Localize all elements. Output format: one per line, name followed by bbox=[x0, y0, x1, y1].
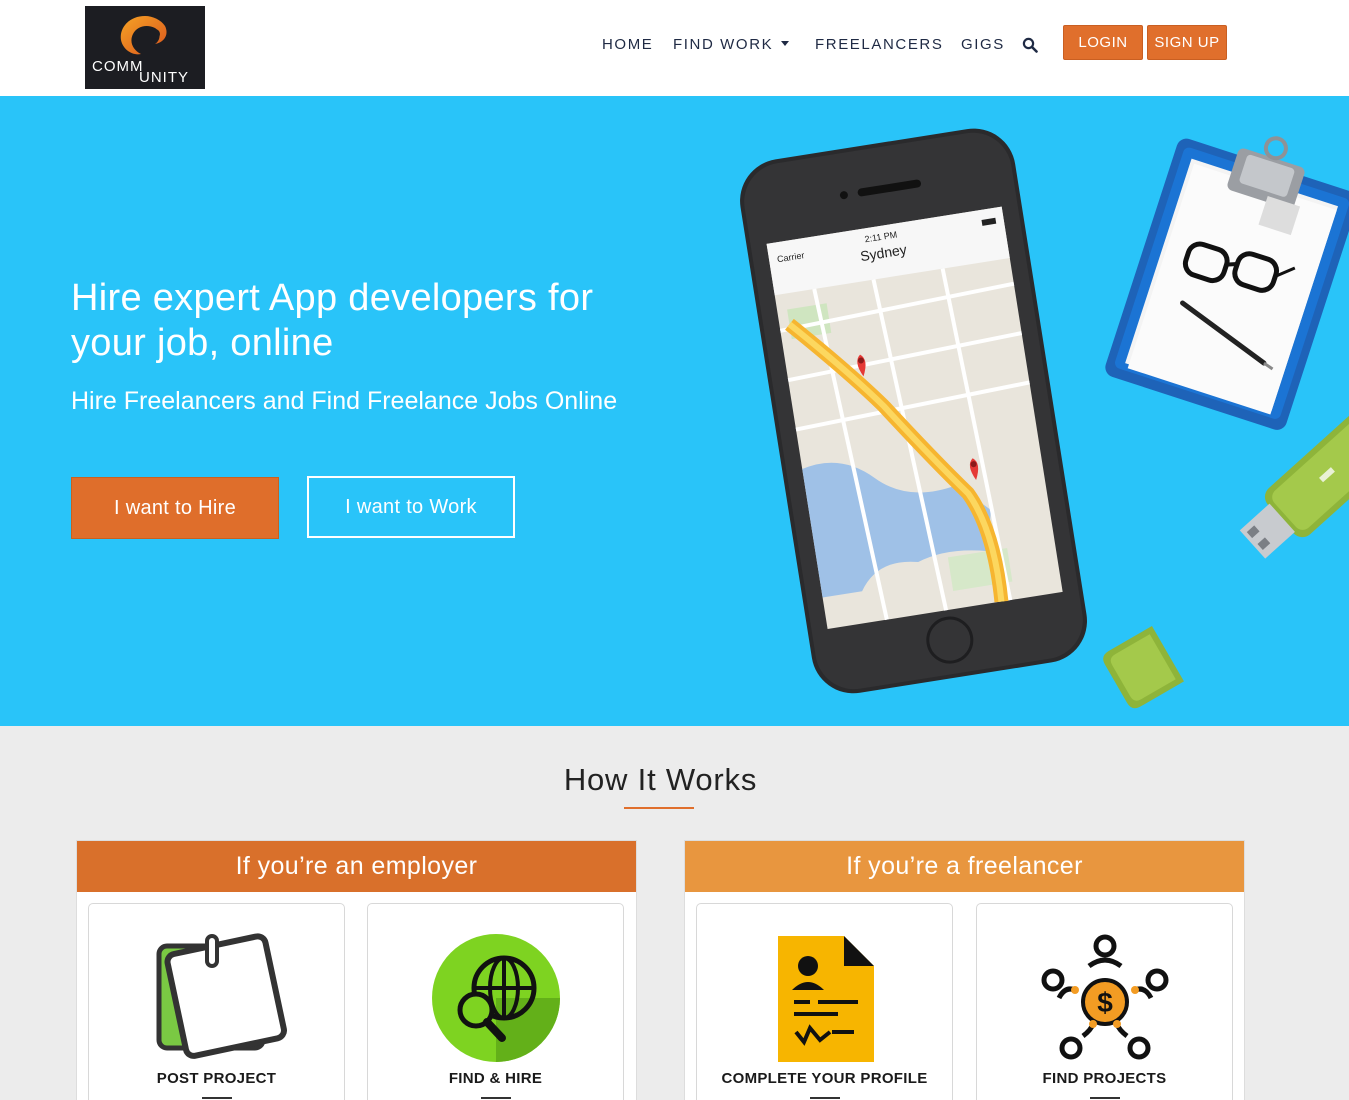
logo-text-comm: COMM bbox=[92, 58, 144, 75]
hero-section: Hire expert App developers for your job,… bbox=[0, 96, 1349, 726]
nav-gigs[interactable]: GIGS bbox=[961, 36, 1005, 53]
hero-subtitle: Hire Freelancers and Find Freelance Jobs… bbox=[71, 387, 618, 415]
post-project-card[interactable]: POST PROJECT bbox=[88, 903, 345, 1100]
employer-heading: If you’re an employer bbox=[77, 841, 636, 892]
nav-freelancers[interactable]: FREELANCERS bbox=[815, 36, 943, 53]
logo-swirl-icon bbox=[120, 16, 167, 55]
signup-button[interactable]: SIGN UP bbox=[1147, 25, 1227, 60]
logo-text-unity: UNITY bbox=[139, 69, 189, 86]
site-header: COMM UNITY HOME FIND WORK FREELANCERS GI… bbox=[0, 0, 1349, 96]
site-logo[interactable]: COMM UNITY bbox=[85, 6, 205, 89]
post-project-label: POST PROJECT bbox=[156, 1070, 277, 1087]
freelancer-panel: If you’re a freelancer COMPLETE YOUR PRO… bbox=[684, 840, 1245, 1100]
usb-cap-image bbox=[1103, 626, 1184, 709]
find-hire-card[interactable]: FIND & HIRE bbox=[367, 903, 624, 1100]
login-button[interactable]: LOGIN bbox=[1063, 25, 1143, 60]
complete-profile-label: COMPLETE YOUR PROFILE bbox=[721, 1070, 928, 1087]
search-icon[interactable] bbox=[1022, 37, 1038, 53]
find-hire-label: FIND & HIRE bbox=[448, 1070, 543, 1087]
freelancer-heading: If you’re a freelancer bbox=[685, 841, 1244, 892]
find-projects-label: FIND PROJECTS bbox=[1042, 1070, 1167, 1087]
find-projects-card[interactable]: $ FIND PROJECTS bbox=[976, 903, 1233, 1100]
clipboard-image bbox=[1105, 136, 1349, 430]
work-button[interactable]: I want to Work bbox=[307, 476, 515, 538]
usb-drive-image bbox=[1239, 400, 1349, 559]
nav-home[interactable]: HOME bbox=[602, 36, 653, 53]
nav-find-work-label: FIND WORK bbox=[673, 36, 774, 53]
title-underline bbox=[624, 807, 694, 809]
card-divider bbox=[809, 1097, 840, 1099]
globe-search-icon bbox=[368, 932, 623, 1067]
card-divider bbox=[480, 1097, 511, 1099]
hero-title: Hire expert App developers for your job,… bbox=[71, 277, 594, 364]
card-divider bbox=[1089, 1097, 1120, 1099]
profile-document-icon bbox=[697, 932, 952, 1067]
employer-panel: If you’re an employer POST PROJECT FIND … bbox=[76, 840, 637, 1100]
nav-find-work[interactable]: FIND WORK bbox=[673, 36, 790, 53]
how-it-works-title: How It Works bbox=[563, 762, 758, 797]
people-money-icon: $ bbox=[977, 932, 1232, 1067]
hero-illustration: Carrier 2:11 PM Sydney bbox=[740, 128, 1349, 709]
hire-button[interactable]: I want to Hire bbox=[71, 477, 279, 539]
phone-image: Carrier 2:11 PM Sydney bbox=[740, 128, 1087, 694]
complete-profile-card[interactable]: COMPLETE YOUR PROFILE bbox=[696, 903, 953, 1100]
svg-text:$: $ bbox=[1097, 987, 1113, 1018]
card-divider bbox=[201, 1097, 232, 1099]
sticky-note-icon bbox=[89, 932, 344, 1067]
caret-down-icon bbox=[781, 41, 790, 46]
